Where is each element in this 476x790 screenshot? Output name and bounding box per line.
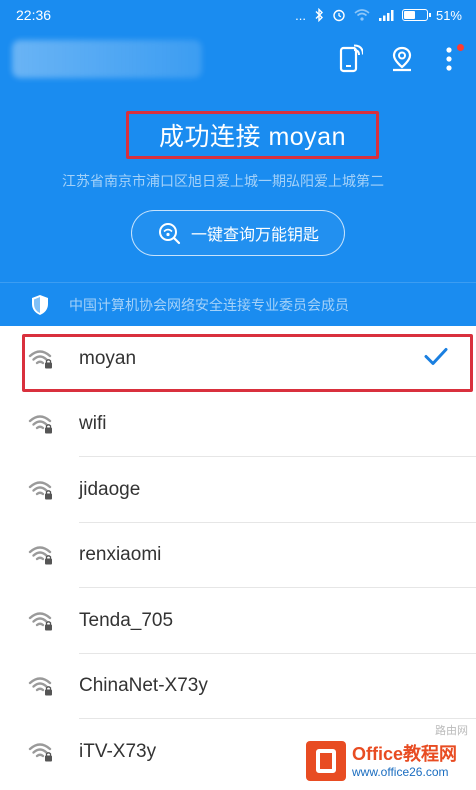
query-key-label: 一键查询万能钥匙 — [190, 227, 319, 244]
status-dots: ... — [295, 7, 306, 23]
status-icons: ... 51% — [295, 8, 462, 23]
checkmark-icon — [424, 346, 448, 371]
wifi-network-row[interactable]: wifi — [0, 392, 476, 457]
wifi-ssid: jidaoge — [79, 478, 141, 500]
network-name-blurred — [12, 40, 202, 78]
signal-icon — [378, 9, 394, 21]
wifi-network-row[interactable]: ChinaNet-X73y — [0, 654, 476, 719]
office-logo-icon — [306, 741, 346, 781]
wifi-status-icon — [354, 9, 370, 21]
battery-percent: 51% — [435, 7, 462, 23]
connection-header: 成功连接 moyan 江苏省南京市浦口区旭日爱上城一期弘阳爱上城第二 一键查询万… — [0, 30, 476, 326]
toolbar — [0, 30, 476, 88]
battery-icon — [401, 9, 431, 21]
phone-wifi-icon — [339, 44, 363, 74]
location-text: 江苏省南京市浦口区旭日爱上城一期弘阳爱上城第二 — [62, 173, 384, 189]
status-time: 22:36 — [16, 7, 52, 23]
connection-title: 成功连接 moyan — [159, 123, 346, 151]
wifi-network-row[interactable]: Tenda_705 — [0, 588, 476, 654]
wifi-network-row[interactable]: jidaoge — [0, 457, 476, 523]
wifi-ssid: wifi — [79, 413, 107, 435]
notification-dot — [457, 44, 464, 51]
wifi-ssid: moyan — [79, 347, 137, 369]
more-vertical-icon — [445, 46, 453, 72]
connection-title-highlight: 成功连接 moyan — [126, 111, 379, 159]
key-search-icon — [157, 221, 181, 245]
watermark-corner-text: 路由网 — [435, 725, 468, 737]
wifi-locked-icon — [28, 348, 54, 370]
wifi-list: moyan wifi jidaoge renxiaomi Tenda_705 ChinaN… — [0, 326, 476, 785]
more-button[interactable] — [432, 42, 466, 76]
wifi-ssid: renxiaomi — [79, 544, 162, 566]
wifi-network-row[interactable]: moyan — [0, 326, 476, 392]
watermark-title: Office教程网 — [352, 743, 458, 764]
wifi-network-row[interactable]: renxiaomi — [0, 523, 476, 588]
bluetooth-icon — [314, 8, 324, 22]
wifi-ssid: iTV-X73y — [79, 740, 157, 762]
office-watermark: 路由网 Office教程网 www.office26.com — [306, 725, 472, 784]
wifi-ssid: Tenda_705 — [79, 609, 174, 631]
wifi-locked-icon — [28, 413, 54, 435]
alarm-icon — [332, 8, 346, 22]
wifi-locked-icon — [28, 610, 54, 632]
status-bar: 22:36 ... 51% — [0, 0, 476, 30]
wifi-locked-icon — [28, 741, 54, 763]
query-key-button[interactable]: 一键查询万能钥匙 — [131, 210, 345, 256]
security-member-text: 中国计算机协会网络安全连接专业委员会成员 — [69, 296, 349, 313]
wifi-locked-icon — [28, 544, 54, 566]
wifi-ssid: ChinaNet-X73y — [79, 675, 208, 697]
watermark-url: www.office26.com — [352, 764, 449, 779]
location-pin-icon — [388, 45, 416, 73]
wifi-locked-icon — [28, 675, 54, 697]
phone-wifi-button[interactable] — [334, 42, 368, 76]
security-member-row: 中国计算机协会网络安全连接专业委员会成员 — [0, 283, 476, 326]
wifi-locked-icon — [28, 479, 54, 501]
map-button[interactable] — [385, 42, 419, 76]
shield-icon — [30, 294, 50, 316]
